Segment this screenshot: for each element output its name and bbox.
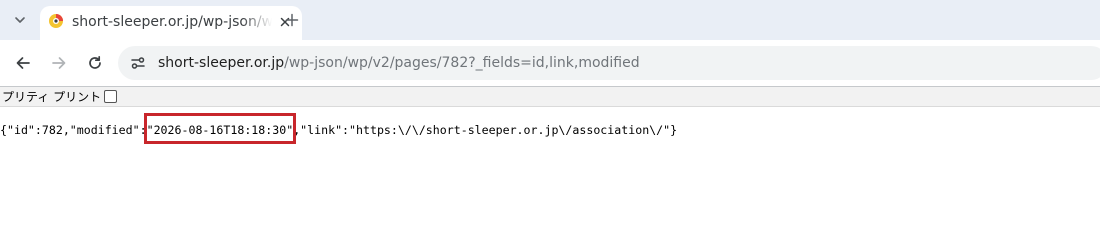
tab-search-chevron-icon[interactable]	[8, 8, 32, 32]
back-arrow-icon[interactable]	[11, 51, 35, 75]
site-settings-icon[interactable]	[130, 55, 146, 71]
highlight-box	[143, 113, 297, 144]
address-bar[interactable]: short-sleeper.or.jp/wp-json/wp/v2/pages/…	[118, 46, 1100, 80]
pretty-print-checkbox[interactable]	[104, 90, 118, 103]
url-text[interactable]: short-sleeper.or.jp/wp-json/wp/v2/pages/…	[158, 53, 640, 73]
reload-icon[interactable]	[83, 51, 107, 75]
json-response-text: {"id":782,"modified":"2026-08-16T18:18:3…	[0, 122, 677, 138]
pretty-print-bar: プリティ プリント	[0, 87, 1100, 107]
url-host: short-sleeper.or.jp	[158, 55, 285, 71]
tab-strip: short-sleeper.or.jp/wp-json/wp/v2/pages/…	[0, 0, 1100, 40]
new-tab-plus-icon[interactable]	[280, 8, 304, 32]
browser-toolbar: short-sleeper.or.jp/wp-json/wp/v2/pages/…	[0, 40, 1100, 86]
pretty-print-label: プリティ プリント	[2, 89, 102, 104]
tab-title: short-sleeper.or.jp/wp-json/wp/v2/pages/…	[72, 14, 272, 30]
json-after: ,"link":"https:\/\/short-sleeper.or.jp\/…	[293, 123, 678, 137]
site-favicon-icon	[48, 13, 64, 29]
json-before: {"id":782,"modified":	[0, 123, 147, 137]
active-tab[interactable]: short-sleeper.or.jp/wp-json/wp/v2/pages/…	[40, 6, 302, 40]
url-path: /wp-json/wp/v2/pages/782?_fields=id,link…	[284, 55, 640, 71]
forward-arrow-icon[interactable]	[47, 51, 71, 75]
